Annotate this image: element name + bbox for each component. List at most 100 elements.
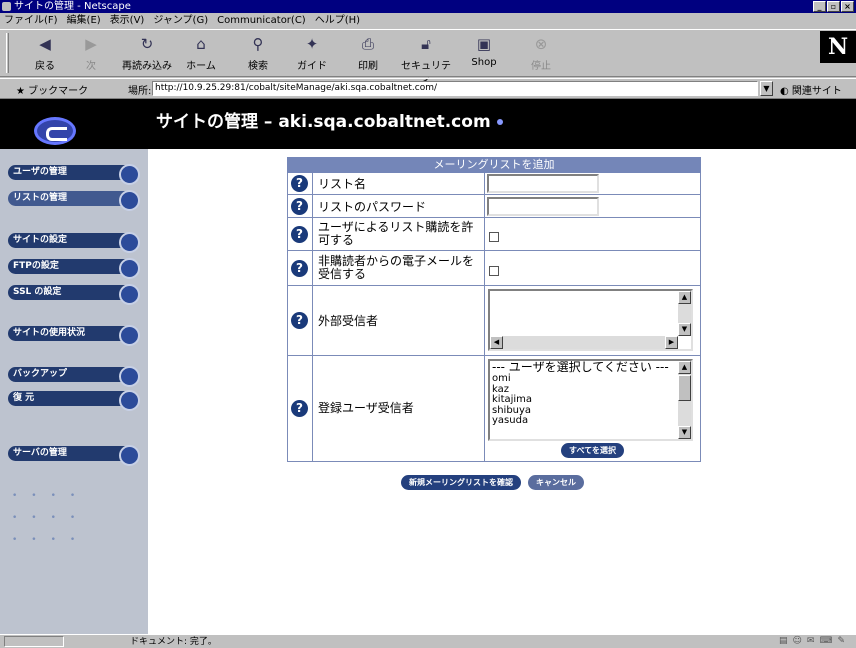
home-button[interactable]: ⌂ ホーム	[172, 30, 230, 76]
textarea-vertical-scrollbar[interactable]: ▲ ▼	[678, 291, 691, 336]
scroll-left-arrow-icon[interactable]: ◀	[490, 336, 503, 349]
home-icon: ⌂	[196, 35, 206, 53]
list-item[interactable]: --- ユーザを選択してください ---	[490, 361, 691, 374]
list-item[interactable]: kitajima	[490, 394, 691, 406]
scroll-up-arrow-icon[interactable]: ▲	[678, 361, 691, 374]
netscape-logo[interactable]: N	[820, 31, 856, 63]
toolbar-grip[interactable]	[6, 33, 9, 73]
shop-button[interactable]: ▣ Shop	[455, 30, 513, 76]
external-recipients-textarea[interactable]: ▲ ▼ ◀ ▶	[488, 289, 693, 351]
form-row-registered-users: ? 登録ユーザ受信者 --- ユーザを選択してください --- omi kaz …	[287, 356, 701, 462]
url-dropdown-button[interactable]: ▼	[760, 81, 773, 96]
security-status-icon[interactable]	[4, 636, 64, 647]
menu-go[interactable]: ジャンプ(G)	[153, 13, 208, 28]
scroll-thumb[interactable]	[678, 375, 691, 401]
reload-icon: ↻	[140, 35, 154, 53]
menu-bar: ファイル(F) 編集(E) 表示(V) ジャンプ(G) Communicator…	[0, 13, 856, 28]
list-password-label: リストのパスワード	[318, 200, 427, 214]
help-icon[interactable]: ?	[291, 226, 308, 243]
scroll-down-arrow-icon[interactable]: ▼	[678, 426, 691, 439]
title-dot-icon	[496, 119, 503, 125]
menu-view[interactable]: 表示(V)	[110, 13, 145, 28]
form-row-external-recipients: ? 外部受信者 ▲ ▼ ◀ ▶	[287, 286, 701, 356]
list-item[interactable]: yasuda	[490, 415, 691, 427]
help-icon[interactable]: ?	[291, 175, 308, 192]
allow-subscribe-checkbox[interactable]	[489, 232, 499, 242]
help-icon[interactable]: ?	[291, 198, 308, 215]
lock-icon: 🔓︎	[421, 35, 431, 53]
confirm-new-list-button[interactable]: 新規メーリングリストを確認	[401, 475, 521, 490]
help-icon[interactable]: ?	[291, 312, 308, 329]
stop-icon: ⊗	[534, 35, 548, 53]
list-password-input[interactable]	[487, 197, 599, 216]
list-name-input[interactable]	[487, 174, 599, 193]
cobalt-logo-icon	[34, 117, 76, 145]
back-icon: ◀	[39, 35, 51, 53]
search-icon: ⚲	[252, 35, 264, 53]
external-recipients-label: 外部受信者	[318, 314, 379, 328]
help-icon[interactable]: ?	[291, 400, 308, 417]
url-field[interactable]: http://10.9.25.29:81/cobalt/siteManage/a…	[152, 81, 758, 96]
menu-communicator[interactable]: Communicator(C)	[217, 13, 306, 28]
close-button[interactable]: ×	[841, 1, 854, 12]
menu-file[interactable]: ファイル(F)	[4, 13, 58, 28]
allow-subscribe-label: ユーザによるリスト購読を許可する	[318, 220, 474, 247]
cancel-button[interactable]: キャンセル	[528, 475, 584, 490]
form-title: メーリングリストを追加	[287, 157, 701, 173]
sidebar-item-server-management[interactable]: サーバの管理	[8, 445, 140, 466]
sidebar: ユーザの管理 リストの管理 サイトの設定 FTPの設定 SSL の設定 サイトの…	[0, 99, 148, 634]
search-button[interactable]: ⚲ 検索	[229, 30, 287, 76]
sidebar-item-user-management[interactable]: ユーザの管理	[8, 164, 140, 185]
shop-icon: ▣	[476, 35, 492, 53]
sidebar-item-ftp-settings[interactable]: FTPの設定	[8, 258, 140, 279]
form-row-list-name: ? リスト名	[287, 173, 701, 195]
guide-icon: ✦	[305, 35, 319, 53]
decorative-dots: ••••	[12, 491, 90, 501]
stop-button[interactable]: ⊗ 停止	[512, 30, 570, 76]
scroll-down-arrow-icon[interactable]: ▼	[678, 323, 691, 336]
print-button[interactable]: ⎙ 印刷	[339, 30, 397, 76]
listbox-scrollbar[interactable]: ▲ ▼	[678, 361, 691, 439]
accept-nonsubscriber-checkbox[interactable]	[489, 266, 499, 276]
sidebar-item-site-settings[interactable]: サイトの設定	[8, 232, 140, 253]
status-bar: ドキュメント: 完了。 ▤☺✉⌨✎	[0, 634, 856, 647]
registered-users-label: 登録ユーザ受信者	[318, 401, 414, 415]
textarea-horizontal-scrollbar[interactable]: ◀ ▶	[490, 336, 678, 349]
component-bar-icons[interactable]: ▤☺✉⌨✎	[779, 635, 850, 647]
scroll-right-arrow-icon[interactable]: ▶	[665, 336, 678, 349]
guide-button[interactable]: ✦ ガイド	[283, 30, 341, 76]
location-label: 場所:	[128, 86, 152, 97]
list-name-label: リスト名	[318, 177, 367, 191]
scroll-up-arrow-icon[interactable]: ▲	[678, 291, 691, 304]
app-icon	[2, 2, 11, 11]
bookmarks-button[interactable]: ★ ブックマーク	[16, 82, 88, 97]
sidebar-item-backup[interactable]: バックアップ	[8, 366, 140, 387]
forward-button[interactable]: ▶ 次	[62, 30, 120, 76]
form-row-allow-subscribe: ? ユーザによるリスト購読を許可する	[287, 218, 701, 251]
logo-area	[0, 99, 148, 149]
menu-edit[interactable]: 編集(E)	[67, 13, 101, 28]
registered-users-listbox[interactable]: --- ユーザを選択してください --- omi kaz kitajima sh…	[488, 359, 693, 441]
sidebar-item-ssl-settings[interactable]: SSL の設定	[8, 284, 140, 305]
browser-window: サイトの管理 - Netscape _ ▫ × ファイル(F) 編集(E) 表示…	[0, 0, 856, 647]
minimize-button[interactable]: _	[813, 1, 826, 12]
sidebar-item-site-usage[interactable]: サイトの使用状況	[8, 325, 140, 346]
decorative-dots: ••••	[12, 535, 90, 545]
print-icon: ⎙	[361, 35, 374, 53]
related-sites-button[interactable]: ◐ 関連サイト	[780, 82, 842, 97]
status-message: ドキュメント: 完了。	[130, 637, 217, 647]
sidebar-item-list-management[interactable]: リストの管理	[8, 190, 140, 211]
menu-help[interactable]: ヘルプ(H)	[315, 13, 360, 28]
help-icon[interactable]: ?	[291, 260, 308, 277]
security-button[interactable]: 🔓︎セキュリティ	[397, 30, 455, 87]
form-row-list-password: ? リストのパスワード	[287, 195, 701, 218]
window-title: サイトの管理 - Netscape	[14, 1, 131, 12]
forward-icon: ▶	[85, 35, 97, 53]
accept-nonsubscriber-label: 非購読者からの電子メールを受信する	[318, 254, 475, 281]
sidebar-item-restore[interactable]: 復 元	[8, 390, 140, 411]
reload-button[interactable]: ↻ 再読み込み	[118, 30, 176, 76]
page-content: ユーザの管理 リストの管理 サイトの設定 FTPの設定 SSL の設定 サイトの…	[0, 99, 856, 634]
maximize-button[interactable]: ▫	[827, 1, 840, 12]
select-all-button[interactable]: すべてを選択	[561, 443, 624, 458]
list-item[interactable]: omi	[490, 373, 691, 385]
